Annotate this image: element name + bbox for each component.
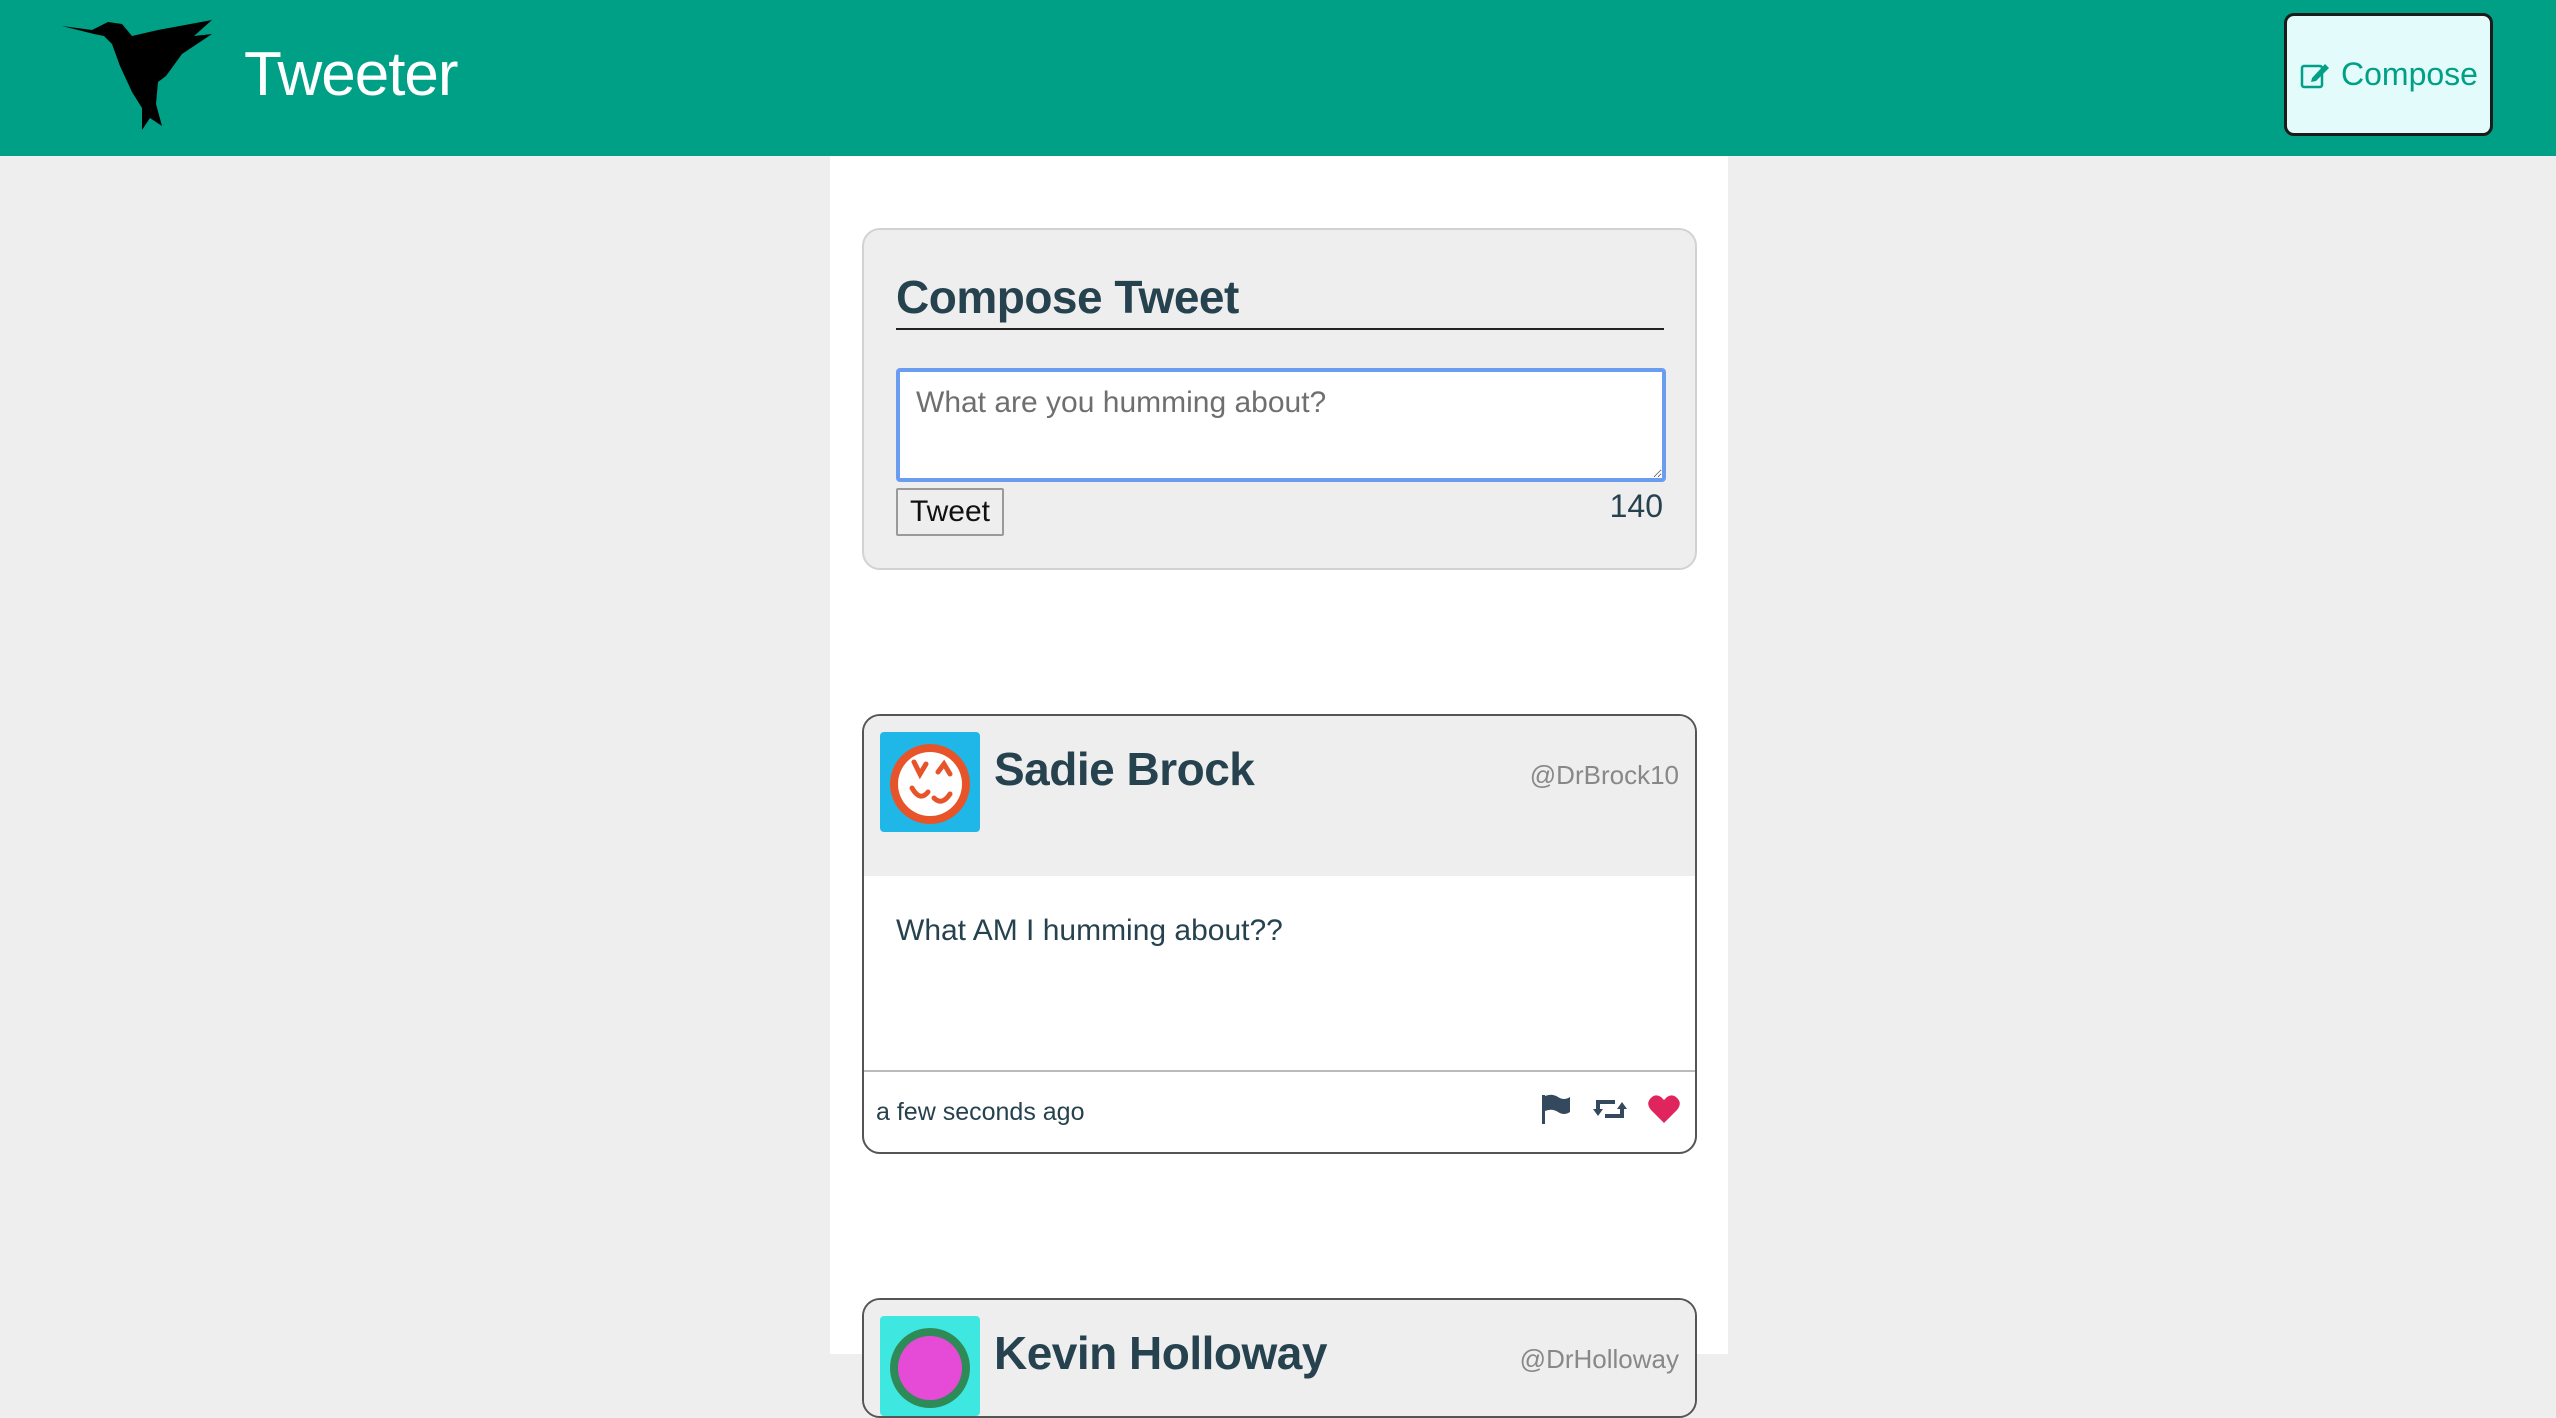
tweet-textarea[interactable] [896, 368, 1666, 482]
edit-icon [2300, 63, 2330, 88]
tweet-header: Kevin Holloway @DrHolloway [864, 1300, 1695, 1416]
tweet-card: Sadie Brock @DrBrock10 What AM I humming… [862, 714, 1697, 1154]
tweet-card: Kevin Holloway @DrHolloway [862, 1298, 1697, 1418]
compose-button[interactable]: Compose [2284, 13, 2493, 136]
tweet-header: Sadie Brock @DrBrock10 [864, 716, 1695, 876]
hummingbird-logo-icon [62, 20, 212, 130]
tweet-timestamp: a few seconds ago [876, 1098, 1085, 1126]
compose-tweet-panel: Compose Tweet Tweet 140 [862, 228, 1697, 570]
tweet-author-name: Kevin Holloway [994, 1327, 1327, 1379]
tweet-author-name: Sadie Brock [994, 743, 1255, 795]
tweet-actions [1539, 1092, 1681, 1126]
heart-icon[interactable] [1647, 1092, 1681, 1126]
cracked-egg-avatar-icon [880, 732, 980, 832]
compose-tweet-heading: Compose Tweet [896, 270, 1664, 330]
compose-button-label: Compose [2341, 56, 2478, 92]
tweet-submit-button[interactable]: Tweet [896, 488, 1004, 536]
character-counter: 140 [1609, 488, 1663, 524]
avatar-icon [880, 1316, 980, 1416]
retweet-icon[interactable] [1593, 1092, 1627, 1126]
tweet-author-handle: @DrHolloway [1519, 1344, 1679, 1374]
flag-icon[interactable] [1539, 1092, 1573, 1126]
tweet-text: What AM I humming about?? [896, 914, 1283, 947]
tweet-author-handle: @DrBrock10 [1529, 760, 1679, 790]
top-navbar: Tweeter Compose [0, 0, 2556, 156]
tweet-footer: a few seconds ago [864, 1070, 1695, 1152]
brand-title[interactable]: Tweeter [244, 30, 459, 120]
